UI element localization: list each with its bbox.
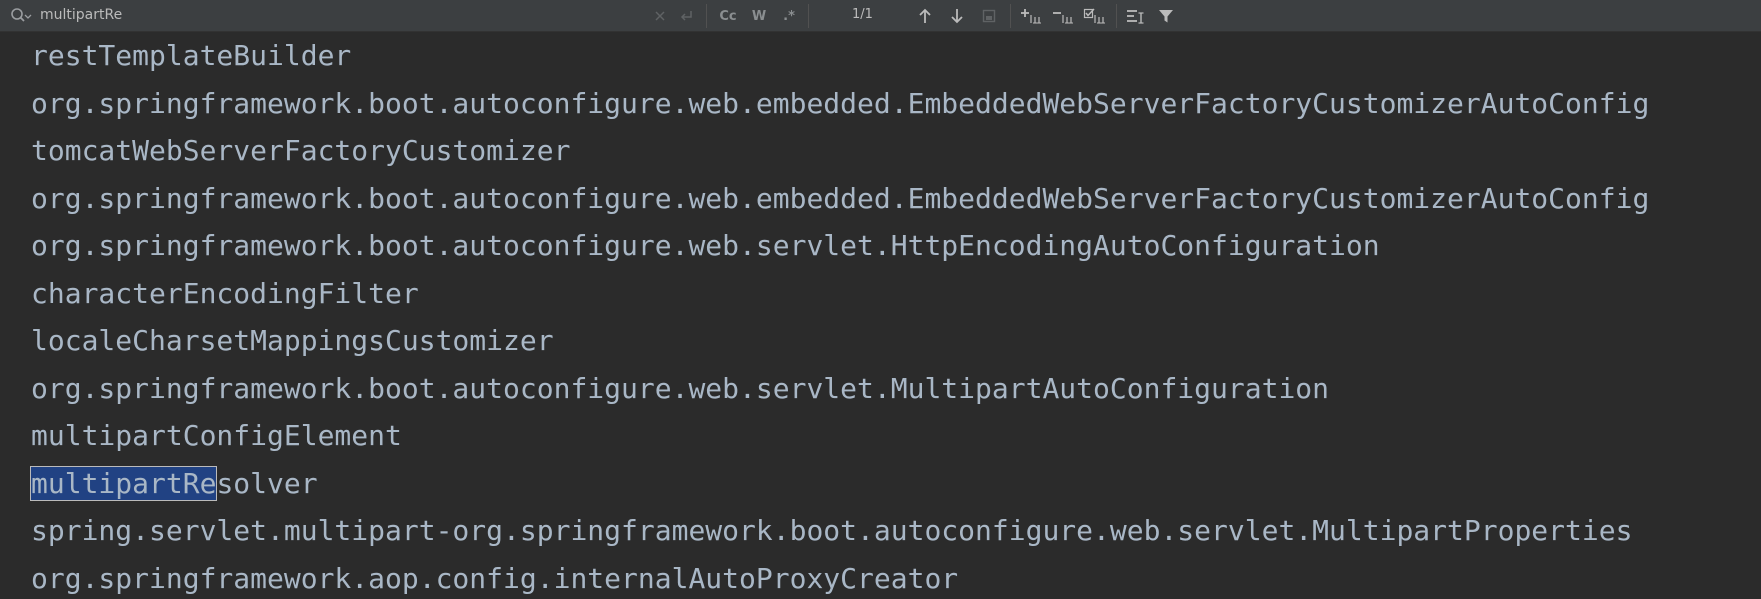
regex-button[interactable]: .*	[778, 4, 800, 28]
next-occurrence-icon[interactable]	[946, 4, 968, 28]
code-line: localeCharsetMappingsCustomizer	[31, 324, 554, 357]
remove-selection-icon[interactable]	[1050, 4, 1076, 28]
code-line: characterEncodingFilter	[31, 277, 419, 310]
toolbar-separator	[1116, 4, 1117, 28]
search-match-highlight: multipartRe	[29, 466, 218, 501]
code-line: multipartConfigElement	[31, 419, 402, 452]
toolbar-separator	[1010, 4, 1011, 28]
code-line: org.springframework.boot.autoconfigure.w…	[31, 182, 1650, 215]
new-line-icon[interactable]	[676, 4, 696, 28]
match-count: 1/1	[852, 7, 873, 22]
add-selection-icon[interactable]	[1018, 4, 1044, 28]
toolbar-separator	[808, 4, 809, 28]
code-line-match: multipartResolver	[29, 464, 318, 504]
previous-occurrence-icon[interactable]	[914, 4, 936, 28]
code-line: org.springframework.boot.autoconfigure.w…	[31, 87, 1650, 120]
toolbar-separator	[706, 4, 707, 28]
filter-icon[interactable]	[1154, 4, 1178, 28]
search-context-icon[interactable]	[1124, 4, 1148, 28]
code-line: org.springframework.boot.autoconfigure.w…	[31, 372, 1330, 405]
code-line: spring.servlet.multipart-org.springframe…	[31, 514, 1633, 547]
code-line: tomcatWebServerFactoryCustomizer	[31, 134, 571, 167]
find-toolbar: Cc W .* 1/1	[0, 0, 1761, 32]
match-case-button[interactable]: Cc	[716, 4, 740, 28]
clear-search-icon[interactable]	[650, 4, 670, 28]
words-button[interactable]: W	[748, 4, 770, 28]
select-all-occurrences-icon[interactable]	[1082, 4, 1108, 28]
code-line: org.springframework.aop.config.internalA…	[31, 562, 959, 595]
code-line: restTemplateBuilder	[31, 39, 352, 72]
search-field	[0, 0, 705, 31]
search-history-icon[interactable]	[10, 7, 32, 25]
code-editor[interactable]: restTemplateBuilder org.springframework.…	[0, 32, 1761, 599]
open-in-window-icon[interactable]	[978, 4, 1000, 28]
code-line: org.springframework.boot.autoconfigure.w…	[31, 229, 1380, 262]
match-line-rest: solver	[216, 467, 318, 500]
search-input[interactable]	[40, 4, 640, 26]
